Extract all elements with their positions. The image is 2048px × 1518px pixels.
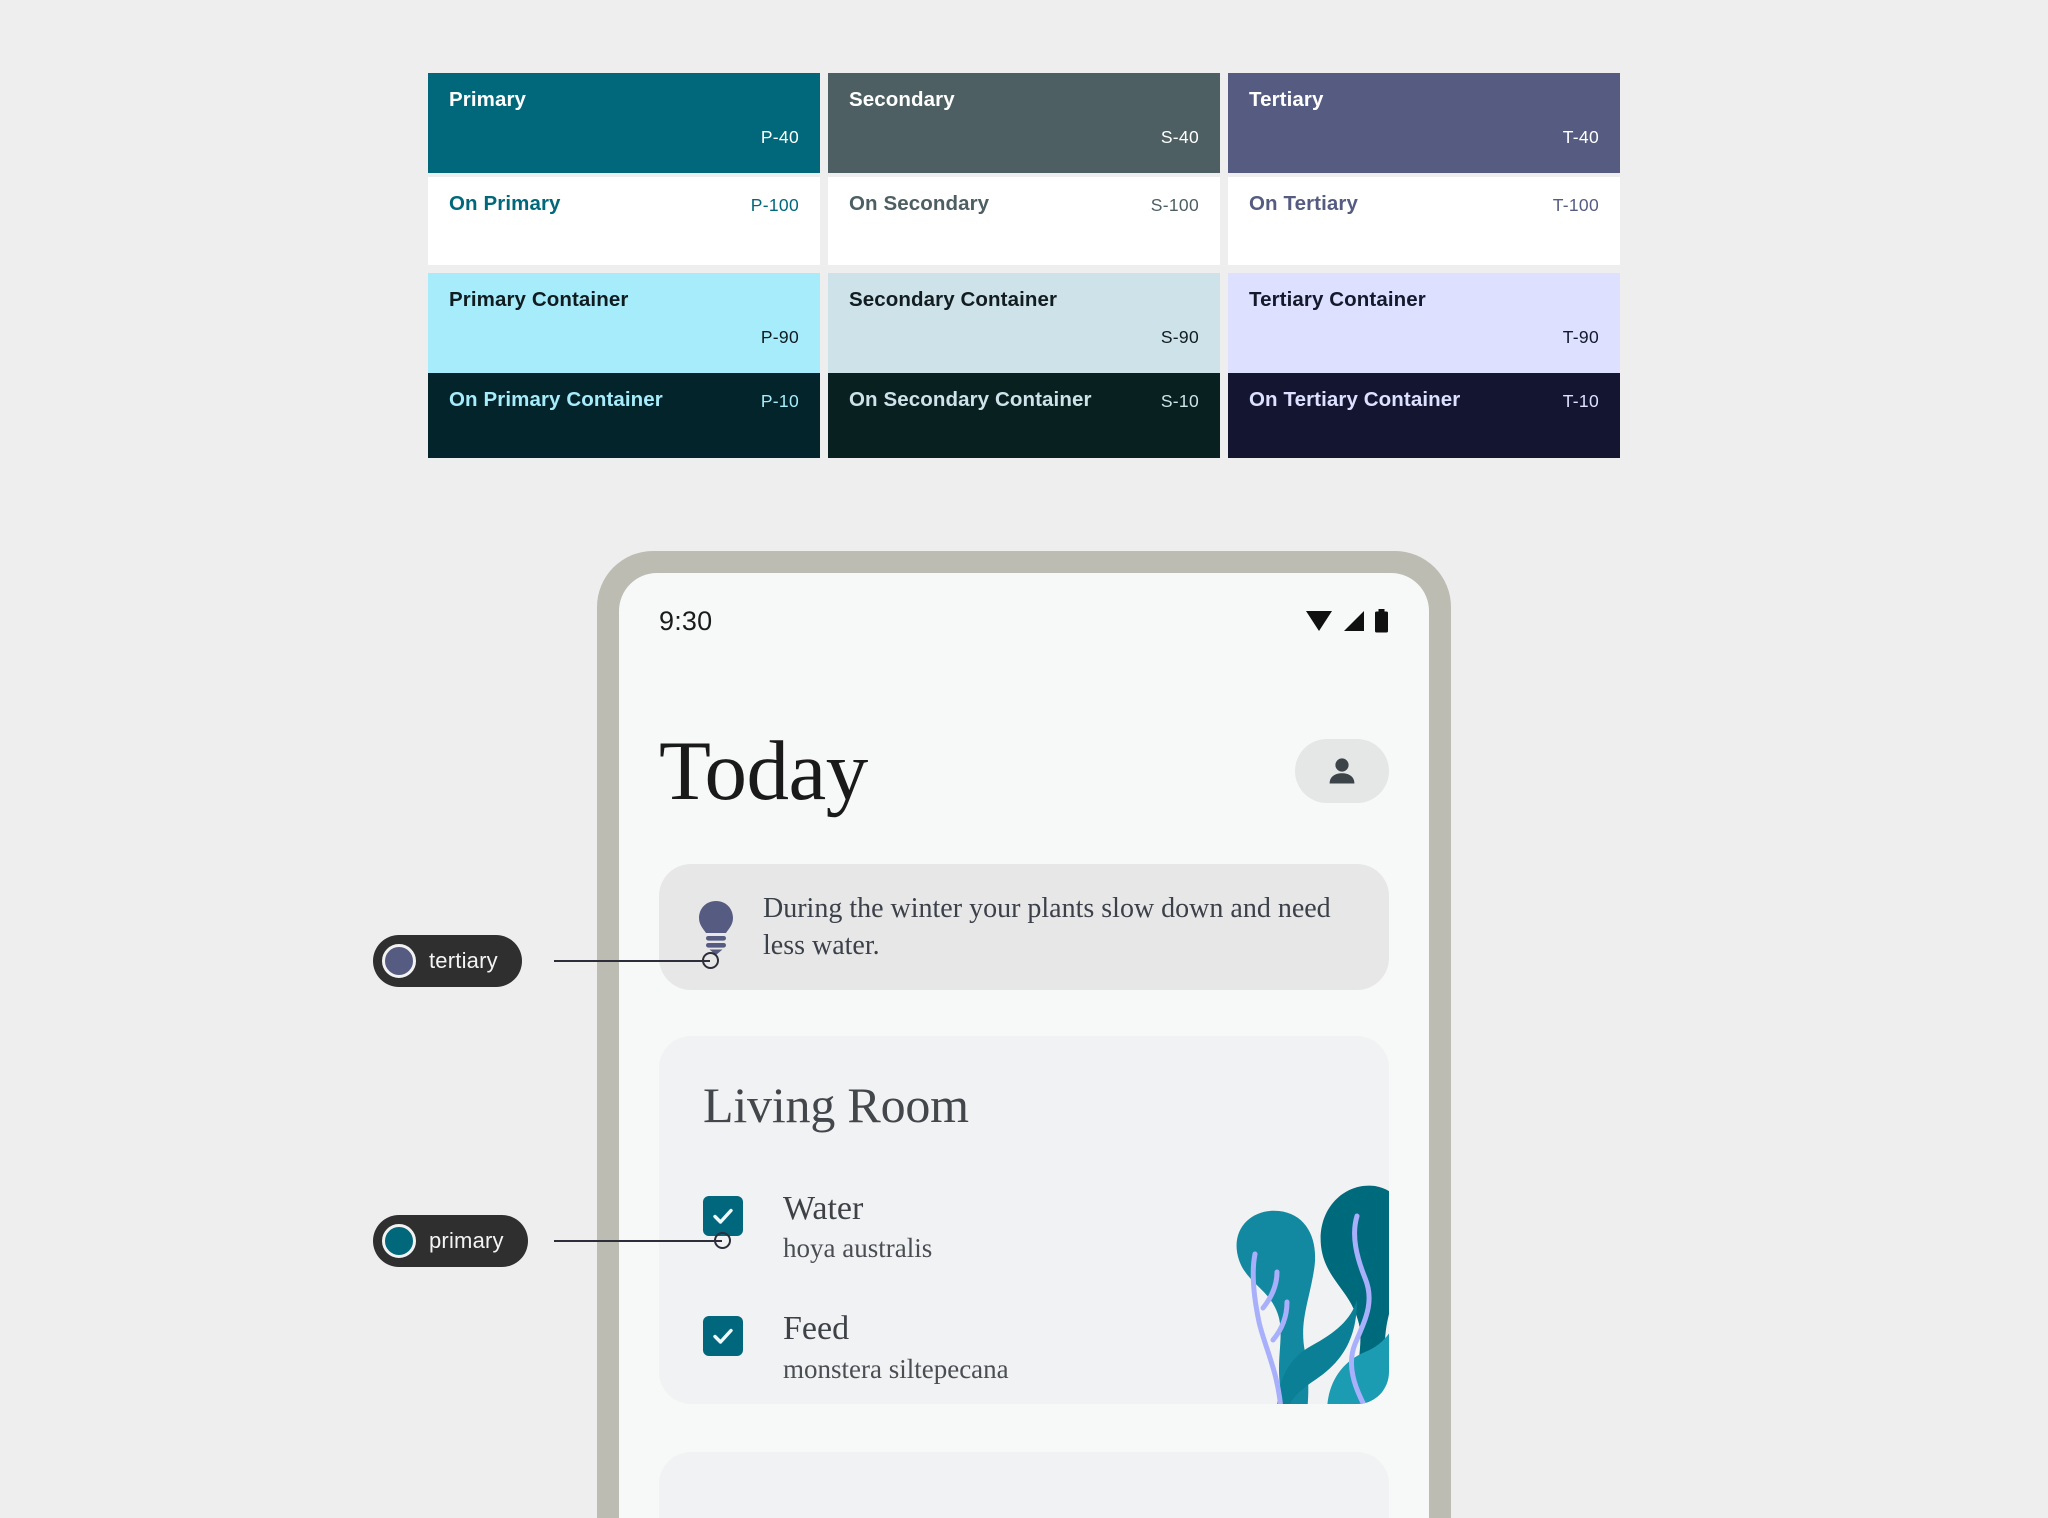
person-icon (1329, 758, 1355, 784)
palette-column-primary: Primary P-40 On Primary P-100 Primary Co… (428, 73, 820, 458)
swatch-tertiary[interactable]: Tertiary T-40 (1228, 73, 1620, 173)
divider (1228, 265, 1620, 273)
page-title: Today (659, 724, 868, 818)
swatch-tertiary-container[interactable]: Tertiary Container T-90 (1228, 273, 1620, 373)
annotation-label: tertiary (429, 948, 498, 973)
swatch-code: T-90 (1562, 327, 1599, 347)
swatch-code: S-40 (1160, 127, 1199, 147)
swatch-on-primary-container[interactable]: On Primary Container P-10 (428, 373, 820, 458)
swatch-name: Primary Container (449, 288, 629, 311)
primary-color-dot (382, 1224, 416, 1258)
status-system-icons (1305, 609, 1389, 633)
swatch-code: P-90 (760, 327, 799, 347)
swatch-code: S-90 (1160, 327, 1199, 347)
swatch-secondary-container[interactable]: Secondary Container S-90 (828, 273, 1220, 373)
annotation-label: primary (429, 1228, 504, 1253)
phone-mockup-frame: 9:30 Today During the winter your plants… (597, 551, 1451, 1518)
swatch-on-tertiary-container[interactable]: On Tertiary Container T-10 (1228, 373, 1620, 458)
leader-line-primary (554, 1240, 722, 1242)
swatch-code: T-10 (1562, 391, 1599, 411)
palette-column-secondary: Secondary S-40 On Secondary S-100 Second… (828, 73, 1220, 458)
cellular-signal-icon (1344, 611, 1364, 631)
task-name: Water (783, 1189, 864, 1227)
status-bar: 9:30 (619, 573, 1429, 647)
palette-column-tertiary: Tertiary T-40 On Tertiary T-100 Tertiary… (1228, 73, 1620, 458)
swatch-name: On Primary (449, 192, 561, 215)
check-icon (713, 1328, 733, 1344)
leader-endpoint-tertiary (702, 952, 719, 969)
swatch-name: On Primary Container (449, 388, 663, 411)
swatch-name: On Tertiary Container (1249, 388, 1461, 411)
divider (828, 265, 1220, 273)
tip-banner-card[interactable]: During the winter your plants slow down … (659, 863, 1389, 990)
task-text-block: Water hoya australis (783, 1190, 932, 1264)
color-palette-grid: Primary P-40 On Primary P-100 Primary Co… (428, 73, 1620, 458)
check-icon (713, 1208, 733, 1224)
swatch-primary-container[interactable]: Primary Container P-90 (428, 273, 820, 373)
swatch-name: Tertiary Container (1249, 288, 1426, 311)
task-row-feed[interactable]: Feed monstera siltepecana (659, 1310, 1389, 1384)
account-avatar-button[interactable] (1295, 739, 1389, 804)
swatch-code: T-40 (1562, 127, 1599, 147)
swatch-code: S-10 (1160, 391, 1199, 411)
checkbox-water[interactable] (703, 1195, 743, 1236)
swatch-name: On Secondary (849, 192, 990, 215)
annotation-pill-primary[interactable]: primary (373, 1215, 528, 1267)
screenshot-canvas: Primary P-40 On Primary P-100 Primary Co… (0, 0, 2048, 1518)
living-room-card: Living Room Water hoya australis Feed mo… (659, 1035, 1389, 1404)
task-plant-name: monstera siltepecana (783, 1353, 1009, 1384)
divider (428, 265, 820, 273)
checkbox-feed[interactable] (703, 1316, 743, 1357)
tip-text: During the winter your plants slow down … (763, 892, 1331, 961)
next-room-card-peek[interactable] (659, 1451, 1389, 1518)
swatch-secondary[interactable]: Secondary S-40 (828, 73, 1220, 173)
swatch-code: P-100 (750, 195, 799, 215)
swatch-code: S-100 (1150, 195, 1199, 215)
app-bar: Today (619, 647, 1429, 818)
swatch-name: Primary (449, 88, 527, 111)
tertiary-color-dot (382, 944, 416, 978)
swatch-name: Tertiary (1249, 88, 1324, 111)
battery-icon (1375, 609, 1388, 633)
swatch-code: P-40 (760, 127, 799, 147)
swatch-code: T-100 (1552, 195, 1599, 215)
swatch-name: Secondary (849, 88, 955, 111)
lightbulb-icon (699, 900, 733, 955)
swatch-on-secondary[interactable]: On Secondary S-100 (828, 177, 1220, 265)
swatch-code: P-10 (760, 391, 799, 411)
leader-line-tertiary (554, 960, 710, 962)
swatch-name: On Tertiary (1249, 192, 1358, 215)
phone-screen: 9:30 Today During the winter your plants… (619, 573, 1429, 1518)
swatch-name: Secondary Container (849, 288, 1058, 311)
annotation-pill-tertiary[interactable]: tertiary (373, 935, 522, 987)
wifi-icon (1306, 611, 1332, 631)
swatch-on-tertiary[interactable]: On Tertiary T-100 (1228, 177, 1620, 265)
task-row-water[interactable]: Water hoya australis (659, 1190, 1389, 1264)
swatch-on-secondary-container[interactable]: On Secondary Container S-10 (828, 373, 1220, 458)
leader-endpoint-primary (714, 1232, 731, 1249)
swatch-on-primary[interactable]: On Primary P-100 (428, 177, 820, 265)
task-text-block: Feed monstera siltepecana (783, 1310, 1009, 1384)
swatch-primary[interactable]: Primary P-40 (428, 73, 820, 173)
task-name: Feed (783, 1310, 850, 1348)
swatch-name: On Secondary Container (849, 388, 1092, 411)
task-plant-name: hoya australis (783, 1233, 933, 1264)
status-clock: 9:30 (659, 605, 713, 636)
